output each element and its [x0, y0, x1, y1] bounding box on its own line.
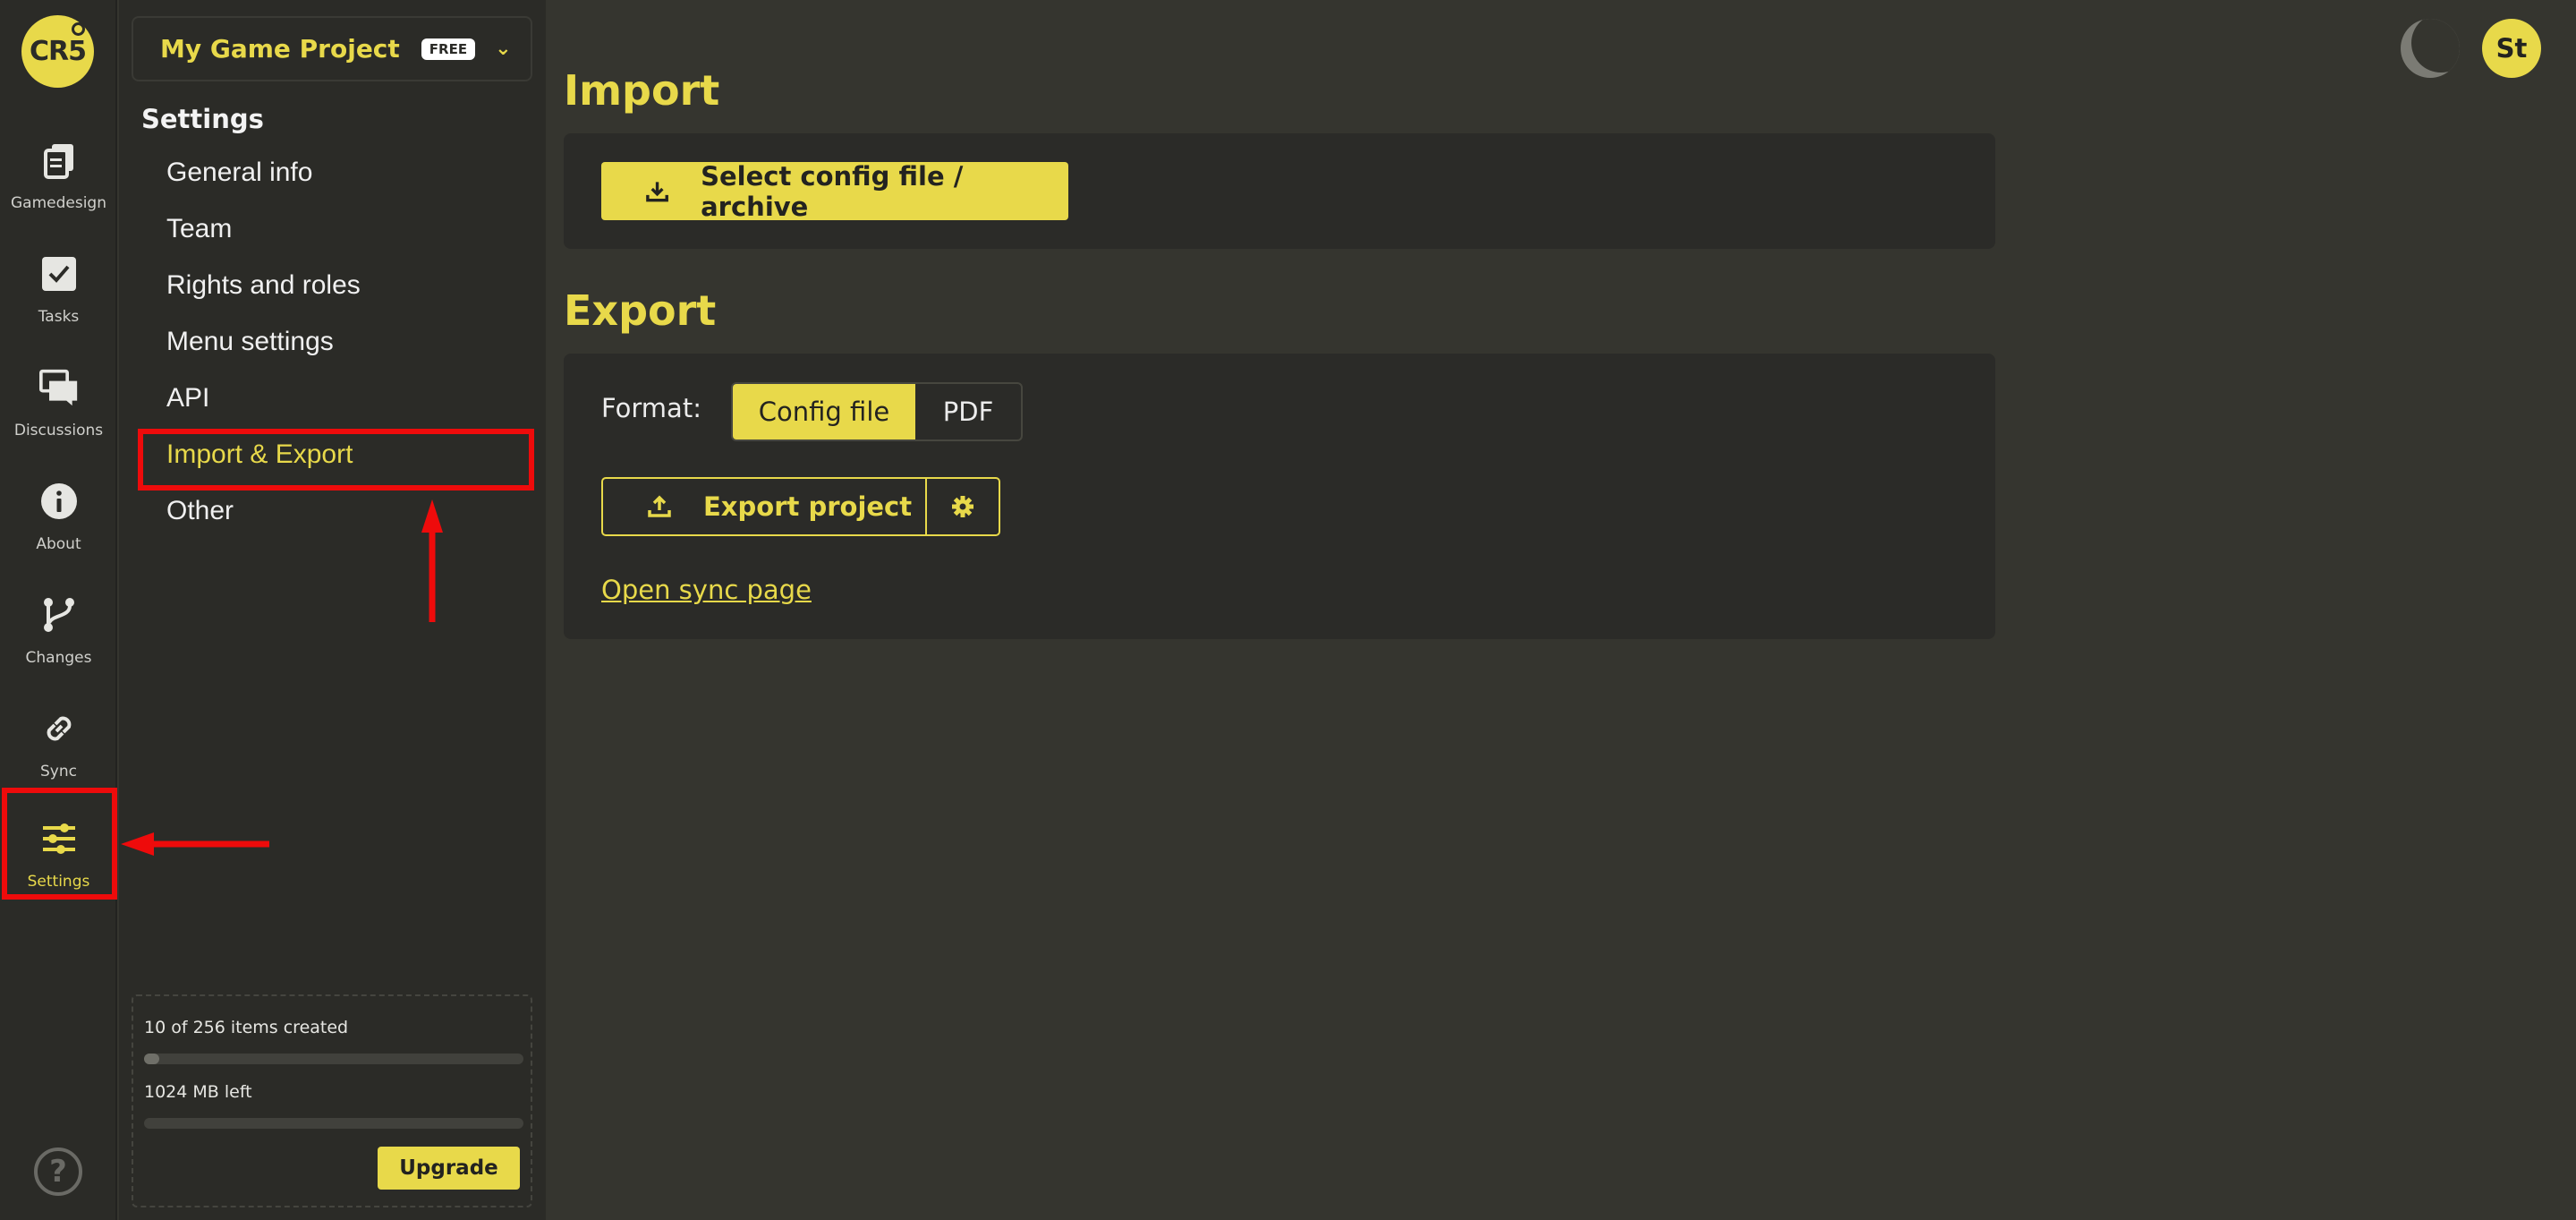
rail-label: Discussions	[13, 422, 104, 439]
logo-text: CR5	[30, 36, 87, 67]
upgrade-button[interactable]: Upgrade	[378, 1147, 520, 1190]
rail-label: Tasks	[38, 308, 80, 326]
export-card: Format: Config file PDF Export project O…	[564, 354, 1995, 639]
upload-icon	[648, 495, 671, 517]
import-title: Import	[564, 66, 720, 115]
rail-label: Changes	[25, 649, 92, 667]
select-config-label: Select config file / archive	[701, 160, 964, 222]
branch-icon	[43, 598, 74, 632]
items-usage-text: 10 of 256 items created	[144, 1018, 349, 1037]
export-title: Export	[564, 286, 717, 335]
gear-icon	[952, 496, 973, 517]
menu-item-menu-settings[interactable]: Menu settings	[166, 327, 334, 357]
open-sync-page-link[interactable]: Open sync page	[601, 575, 812, 605]
menu-item-rights-and-roles[interactable]: Rights and roles	[166, 270, 361, 301]
chat-bubbles-icon	[38, 369, 77, 406]
export-project-button-group: Export project	[601, 477, 1000, 536]
settings-heading: Settings	[141, 104, 264, 134]
theme-toggle-moon-icon[interactable]	[2401, 19, 2460, 78]
annotation-highlight-menu	[138, 429, 534, 491]
usage-box: 10 of 256 items created 1024 MB left Upg…	[132, 994, 532, 1207]
link-icon	[47, 716, 71, 741]
items-usage-fill	[144, 1054, 159, 1064]
rail-item-gamedesign[interactable]: Gamedesign	[0, 121, 117, 219]
moon-mask	[2411, 19, 2460, 73]
menu-item-other[interactable]: Other	[166, 496, 234, 526]
user-avatar[interactable]: St	[2482, 19, 2541, 78]
storage-usage-text: 1024 MB left	[144, 1082, 252, 1102]
format-option-config-file[interactable]: Config file	[733, 384, 915, 439]
rail-item-about[interactable]: About	[0, 462, 117, 560]
rail-label: About	[36, 535, 81, 553]
help-glyph: ?	[49, 1154, 67, 1190]
app-logo[interactable]: CR5	[21, 15, 94, 88]
rail-item-sync[interactable]: Sync	[0, 689, 117, 788]
rail-label: Sync	[40, 763, 77, 781]
chevron-down-icon: ⌄	[495, 38, 512, 60]
icon-rail: CR5 Gamedesign Tasks Discussions About C…	[0, 0, 117, 1220]
items-usage-bar	[144, 1054, 523, 1064]
checkbox-icon	[41, 257, 76, 291]
rail-item-tasks[interactable]: Tasks	[0, 235, 117, 333]
menu-item-api[interactable]: API	[166, 383, 209, 414]
rail-label: Gamedesign	[10, 194, 106, 212]
import-card: Select config file / archive	[564, 133, 1995, 249]
document-stack-icon	[43, 144, 73, 179]
export-settings-button[interactable]	[927, 479, 999, 534]
format-label: Format:	[601, 393, 701, 423]
info-icon	[40, 483, 77, 519]
help-icon[interactable]: ?	[34, 1147, 82, 1196]
app-root: CR5 Gamedesign Tasks Discussions About C…	[0, 0, 2576, 1220]
menu-item-general-info[interactable]: General info	[166, 158, 312, 188]
project-name: My Game Project	[160, 34, 400, 64]
select-config-button[interactable]: Select config file / archive	[601, 160, 1068, 222]
logo-dot	[72, 22, 85, 36]
plan-badge: FREE	[421, 38, 476, 60]
download-icon	[646, 181, 668, 201]
menu-item-team[interactable]: Team	[166, 214, 232, 244]
export-project-button[interactable]: Export project	[603, 479, 927, 534]
export-project-label: Export project	[703, 491, 913, 522]
settings-panel: My Game Project FREE ⌄ Settings General …	[119, 0, 546, 1220]
rail-item-changes[interactable]: Changes	[0, 576, 117, 674]
annotation-highlight-settings	[2, 788, 117, 900]
format-toggle: Config file PDF	[731, 382, 1023, 441]
format-option-pdf[interactable]: PDF	[915, 384, 1021, 439]
project-selector[interactable]: My Game Project FREE ⌄	[132, 16, 532, 81]
storage-usage-bar	[144, 1118, 523, 1129]
rail-item-discussions[interactable]: Discussions	[0, 348, 117, 447]
